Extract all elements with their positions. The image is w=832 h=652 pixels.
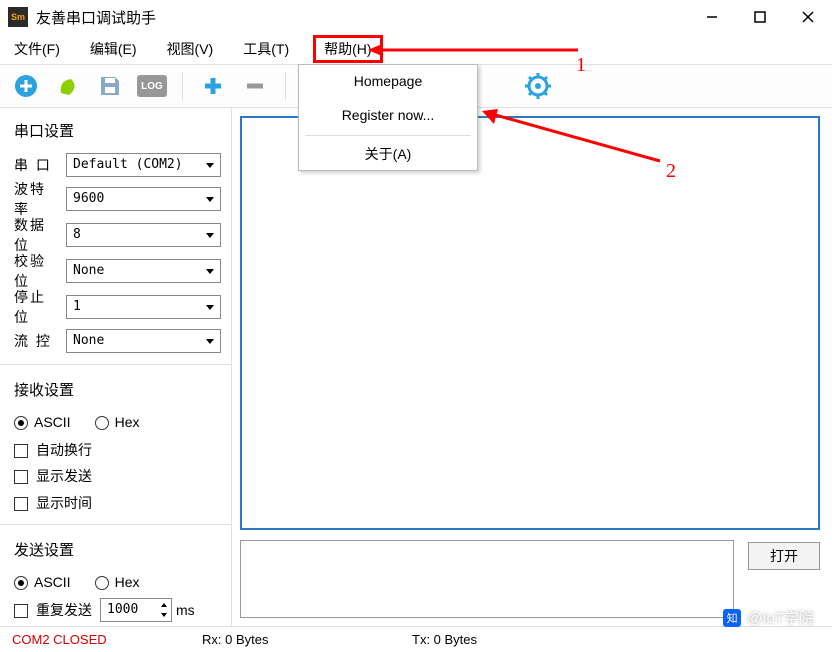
- recv-hex-radio[interactable]: Hex: [95, 414, 140, 430]
- repeat-send-check[interactable]: 重复发送: [14, 600, 92, 620]
- open-button[interactable]: 打开: [748, 542, 820, 570]
- repeat-interval-spin[interactable]: 1000: [100, 598, 172, 622]
- databits-combo[interactable]: 8: [66, 223, 221, 247]
- ms-label: ms: [176, 602, 195, 618]
- status-bar: COM2 CLOSED Rx: 0 Bytes Tx: 0 Bytes: [0, 626, 832, 652]
- left-panel: 串口设置 串 口Default (COM2) 波特率9600 数据位8 校验位N…: [0, 108, 232, 626]
- status-rx: Rx: 0 Bytes: [190, 632, 400, 647]
- flow-label: 流 控: [14, 331, 60, 351]
- status-port: COM2 CLOSED: [0, 632, 190, 647]
- help-register-item[interactable]: Register now...: [342, 107, 435, 123]
- leaf-icon[interactable]: [52, 70, 84, 102]
- watermark-text: @IoT学院: [747, 607, 814, 628]
- toolbar-separator: [182, 72, 183, 100]
- receive-textarea[interactable]: [240, 116, 820, 530]
- toolbar-separator: [285, 72, 286, 100]
- show-send-check[interactable]: 显示发送: [14, 466, 92, 486]
- right-panel: 打开: [232, 108, 832, 626]
- send-ascii-radio[interactable]: ASCII: [14, 574, 71, 590]
- menu-file[interactable]: 文件(F): [8, 37, 66, 61]
- recv-ascii-radio[interactable]: ASCII: [14, 414, 71, 430]
- send-textarea[interactable]: [240, 540, 734, 618]
- help-about-item[interactable]: 关于(A): [299, 138, 477, 170]
- databits-label: 数据位: [14, 215, 60, 255]
- minimize-button[interactable]: [688, 0, 736, 34]
- gear-icon[interactable]: [522, 70, 554, 102]
- menu-edit[interactable]: 编辑(E): [84, 37, 143, 61]
- baud-label: 波特率: [14, 179, 60, 219]
- new-icon[interactable]: [10, 70, 42, 102]
- baud-combo[interactable]: 9600: [66, 187, 221, 211]
- send-hex-radio[interactable]: Hex: [95, 574, 140, 590]
- send-settings-title: 发送设置: [14, 539, 221, 560]
- menu-view[interactable]: 视图(V): [161, 37, 220, 61]
- window-title: 友善串口调试助手: [36, 7, 156, 28]
- port-label: 串 口: [14, 155, 60, 175]
- maximize-button[interactable]: [736, 0, 784, 34]
- zhihu-icon: 知: [723, 609, 741, 627]
- port-combo[interactable]: Default (COM2): [66, 153, 221, 177]
- save-icon[interactable]: [94, 70, 126, 102]
- title-bar: Sm 友善串口调试助手: [0, 0, 832, 34]
- parity-label: 校验位: [14, 251, 60, 291]
- plus-icon[interactable]: [197, 70, 229, 102]
- stopbits-combo[interactable]: 1: [66, 295, 221, 319]
- minus-icon[interactable]: [239, 70, 271, 102]
- parity-combo[interactable]: None: [66, 259, 221, 283]
- menu-bar: 文件(F) 编辑(E) 视图(V) 工具(T) 帮助(H): [0, 34, 832, 64]
- app-icon: Sm: [8, 7, 28, 27]
- menu-help[interactable]: 帮助(H): [313, 35, 382, 63]
- close-button[interactable]: [784, 0, 832, 34]
- help-dropdown: Homepage Register now... 关于(A): [298, 64, 478, 171]
- flow-combo[interactable]: None: [66, 329, 221, 353]
- serial-settings-title: 串口设置: [14, 120, 221, 141]
- menu-separator: [305, 135, 471, 136]
- help-homepage-item[interactable]: Homepage: [299, 65, 477, 97]
- watermark: 知 @IoT学院: [723, 607, 814, 628]
- recv-settings-title: 接收设置: [14, 379, 221, 400]
- status-tx: Tx: 0 Bytes: [400, 632, 489, 647]
- menu-tools[interactable]: 工具(T): [237, 37, 295, 61]
- show-time-check[interactable]: 显示时间: [14, 493, 92, 513]
- stopbits-label: 停止位: [14, 287, 60, 327]
- auto-wrap-check[interactable]: 自动换行: [14, 440, 92, 460]
- log-icon[interactable]: LOG: [136, 70, 168, 102]
